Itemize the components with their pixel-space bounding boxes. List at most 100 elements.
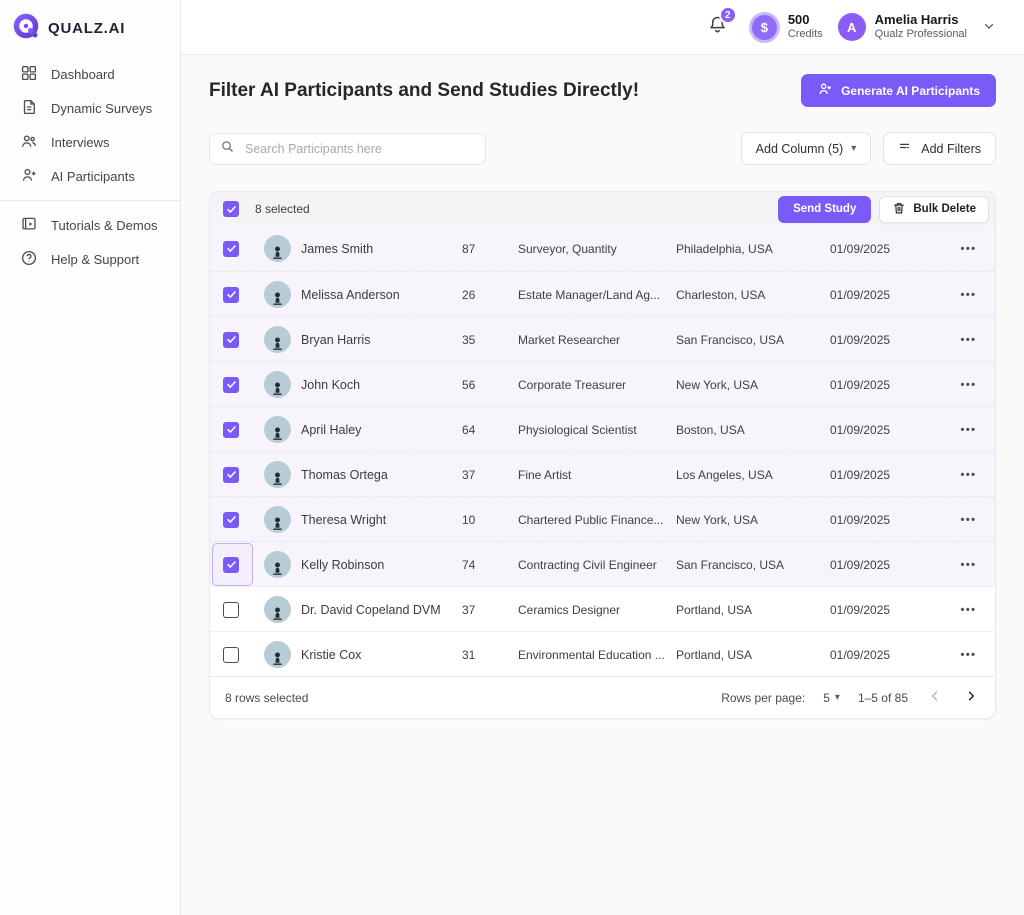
participant-cell: John Koch [256,371,462,398]
user-menu[interactable]: A Amelia Harris Qualz Professional [838,12,998,42]
user-role: Qualz Professional [875,28,967,42]
participant-date: 01/09/2025 [830,378,942,392]
sidebar-item-interviews[interactable]: Interviews [0,125,180,159]
user-menu-chevron[interactable] [980,17,998,38]
participant-cell: Kristie Cox [256,641,462,668]
row-checkbox[interactable] [223,647,239,663]
participant-occupation: Surveyor, Quantity [518,242,676,256]
chevron-down-icon [982,19,996,36]
add-filters-button[interactable]: Add Filters [883,132,996,165]
participant-occupation: Ceramics Designer [518,603,676,617]
pagination-range: 1–5 of 85 [858,691,908,705]
sidebar-item-label: Tutorials & Demos [51,218,157,233]
bell-icon [707,22,728,39]
participant-avatar-icon [264,596,291,623]
row-checkbox-cell [210,407,256,452]
row-checkbox[interactable] [223,332,239,348]
sidebar-item-tutorials-demos[interactable]: Tutorials & Demos [0,208,180,242]
row-checkbox[interactable] [223,377,239,393]
row-actions-button[interactable]: ••• [952,239,984,259]
participant-date: 01/09/2025 [830,333,942,347]
help-icon [20,249,38,270]
main-area: 2 $ 500 Credits A Amelia Harris Qualz Pr… [181,0,1024,915]
participant-avatar-icon [264,551,291,578]
credits-display[interactable]: $ 500 Credits [749,12,823,43]
row-checkbox[interactable] [223,467,239,483]
generate-ai-participants-button[interactable]: Generate AI Participants [801,74,996,107]
participant-occupation: Market Researcher [518,333,676,347]
sidebar-divider [0,200,180,201]
chevron-left-icon [928,689,942,706]
participant-location: Portland, USA [676,648,830,662]
row-actions-button[interactable]: ••• [952,510,984,530]
participant-occupation: Chartered Public Finance... [518,513,676,527]
participant-name: Kelly Robinson [301,558,384,572]
row-checkbox[interactable] [223,557,239,573]
notifications-button[interactable]: 2 [707,14,728,40]
row-checkbox[interactable] [223,512,239,528]
row-actions-button[interactable]: ••• [952,645,984,665]
sidebar-item-label: Help & Support [51,252,139,267]
row-actions-button[interactable]: ••• [952,330,984,350]
row-checkbox-cell [210,587,256,632]
row-actions-button[interactable]: ••• [952,465,984,485]
row-actions-button[interactable]: ••• [952,420,984,440]
table-row: Dr. David Copeland DVM 37 Ceramics Desig… [210,586,995,631]
participant-occupation: Estate Manager/Land Ag... [518,288,676,302]
sidebar-item-label: AI Participants [51,169,135,184]
participant-date: 01/09/2025 [830,423,942,437]
previous-page-button[interactable] [926,687,944,708]
participant-location: Philadelphia, USA [676,242,830,256]
dashboard-icon [20,64,38,85]
select-all-checkbox[interactable] [223,201,239,217]
brand-logo[interactable]: QUALZ.AI [0,0,180,55]
caret-down-icon: ▾ [851,143,856,154]
next-page-button[interactable] [962,687,980,708]
send-study-button[interactable]: Send Study [778,196,871,223]
rows-selected-label: 8 rows selected [225,691,308,705]
row-actions-button[interactable]: ••• [952,600,984,620]
bulk-delete-button[interactable]: Bulk Delete [879,196,989,223]
row-checkbox[interactable] [223,602,239,618]
row-checkbox[interactable] [223,422,239,438]
participant-location: Boston, USA [676,423,830,437]
participant-date: 01/09/2025 [830,242,942,256]
user-avatar: A [838,13,866,41]
row-checkbox[interactable] [223,287,239,303]
row-actions-button[interactable]: ••• [952,555,984,575]
participant-age: 10 [462,513,518,527]
rows-per-page-label: Rows per page: [721,691,805,705]
participant-name: Theresa Wright [301,513,386,527]
sidebar-item-ai-participants[interactable]: AI Participants [0,159,180,193]
sidebar-item-label: Dashboard [51,67,115,82]
participant-location: New York, USA [676,378,830,392]
participant-avatar-icon [264,461,291,488]
sidebar-item-label: Interviews [51,135,110,150]
participant-occupation: Fine Artist [518,468,676,482]
participant-cell: James Smith [256,235,462,262]
row-checkbox-cell [210,452,256,497]
participant-age: 37 [462,468,518,482]
participant-name: James Smith [301,242,373,256]
sidebar-nav: Dashboard Dynamic Surveys Interviews [0,55,180,276]
trash-icon [892,201,906,218]
row-actions-button[interactable]: ••• [952,285,984,305]
sidebar-item-dynamic-surveys[interactable]: Dynamic Surveys [0,91,180,125]
row-checkbox[interactable] [223,241,239,257]
sidebar-item-help-support[interactable]: Help & Support [0,242,180,276]
sidebar-item-dashboard[interactable]: Dashboard [0,57,180,91]
participant-avatar-icon [264,641,291,668]
rows-per-page-select[interactable]: 5 ▾ [823,691,840,705]
search-input[interactable] [243,141,475,157]
person-add-icon [817,81,833,100]
page-title: Filter AI Participants and Send Studies … [209,80,639,102]
add-column-button[interactable]: Add Column (5) ▾ [741,132,872,165]
participant-cell: Thomas Ortega [256,461,462,488]
participant-cell: Melissa Anderson [256,281,462,308]
table-row: James Smith 87 Surveyor, Quantity Philad… [210,226,995,271]
table-row: John Koch 56 Corporate Treasurer New Yor… [210,361,995,406]
participant-name: Melissa Anderson [301,288,400,302]
row-actions-button[interactable]: ••• [952,375,984,395]
row-checkbox-cell [210,317,256,362]
participant-occupation: Physiological Scientist [518,423,676,437]
